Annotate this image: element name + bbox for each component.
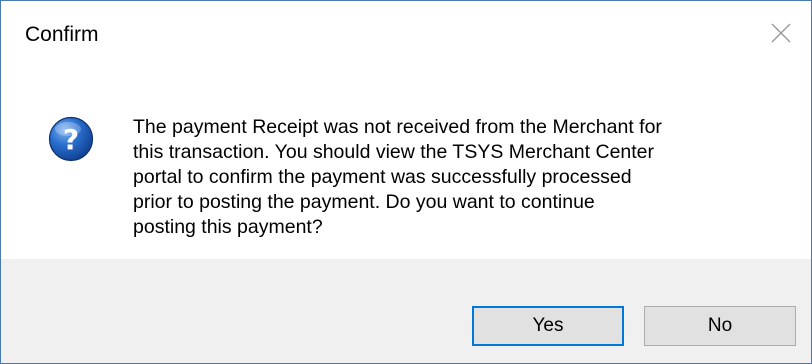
button-bar: Yes No xyxy=(1,259,811,363)
dialog-title: Confirm xyxy=(25,23,99,46)
no-button[interactable]: No xyxy=(644,306,796,346)
dialog-content: ? The payment Receipt was not received f… xyxy=(1,71,811,259)
yes-button[interactable]: Yes xyxy=(472,306,624,346)
confirm-dialog: Confirm ? The payment Receipt was not re… xyxy=(0,0,812,364)
svg-text:?: ? xyxy=(63,123,79,156)
close-button[interactable] xyxy=(757,11,805,55)
dialog-message: The payment Receipt was not received fro… xyxy=(133,116,662,238)
title-bar: Confirm xyxy=(1,1,811,71)
close-icon xyxy=(771,23,791,43)
question-icon: ? xyxy=(48,116,94,162)
